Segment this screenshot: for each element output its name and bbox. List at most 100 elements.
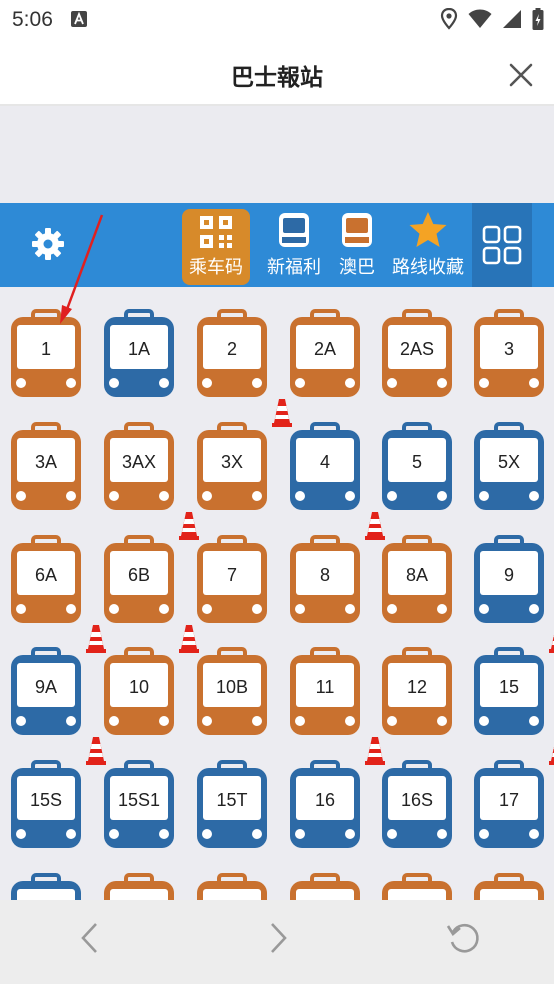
route-5x-button[interactable]: 5X xyxy=(472,422,546,514)
route-label: 15 xyxy=(498,676,520,697)
wifi-icon xyxy=(468,9,492,28)
reload-button[interactable] xyxy=(444,918,484,958)
route-10b-button[interactable]: 10B xyxy=(195,647,269,739)
route-label xyxy=(110,893,168,900)
route-grid: 1 1A 2 2A 2AS 3 3A 3AX 3X 4 5 5X 6A 6B 7 8 8A 9 9A 10 10B 11 1… xyxy=(0,287,554,900)
route-label: 5 xyxy=(411,451,422,472)
route-label: 3AX xyxy=(121,451,157,472)
route-label: 7 xyxy=(226,564,237,585)
gear-icon[interactable] xyxy=(30,226,66,262)
route-label: 16 xyxy=(314,789,336,810)
forward-button[interactable] xyxy=(258,918,298,958)
route-3x-button[interactable]: 3X xyxy=(195,422,269,514)
route-label: 3 xyxy=(503,338,514,359)
route-item-button[interactable] xyxy=(472,873,546,900)
tab-label: 澳巴 xyxy=(339,257,375,277)
category-toolbar: 乘车码 新福利 澳巴 路线收藏 xyxy=(0,203,554,287)
tab-new-welfare[interactable]: 新福利 xyxy=(262,203,326,287)
route-8-button[interactable]: 8 xyxy=(288,535,362,627)
route-6a-button[interactable]: 6A xyxy=(9,535,106,653)
route-label: 3A xyxy=(34,451,58,472)
route-label: 1A xyxy=(127,338,151,359)
bottom-nav xyxy=(0,900,554,984)
route-3-button[interactable]: 3 xyxy=(472,309,546,401)
route-label xyxy=(480,893,538,900)
route-8a-button[interactable]: 8A xyxy=(380,535,454,627)
route-9a-button[interactable]: 9A xyxy=(9,647,106,765)
location-icon xyxy=(440,8,458,30)
route-15t-button[interactable]: 15T xyxy=(195,760,269,852)
route-label: 9 xyxy=(503,564,514,585)
route-11-button[interactable]: 11 xyxy=(288,647,385,765)
tab-route-favorites[interactable]: 路线收藏 xyxy=(388,203,468,287)
status-time: 5:06 xyxy=(12,8,53,31)
route-item-button[interactable] xyxy=(102,873,176,900)
route-label: 2 xyxy=(226,338,237,359)
route-4-button[interactable]: 4 xyxy=(288,422,385,540)
route-label: 1 xyxy=(40,338,51,359)
route-label xyxy=(203,893,261,900)
route-15s-button[interactable]: 15S xyxy=(9,760,83,852)
route-label: 17 xyxy=(498,789,520,810)
route-1-button[interactable]: 1 xyxy=(9,309,83,401)
route-16-button[interactable]: 16 xyxy=(288,760,362,852)
reload-icon xyxy=(446,923,479,953)
route-item-button[interactable] xyxy=(9,873,83,900)
route-2as-button[interactable]: 2AS xyxy=(380,309,454,401)
star-icon xyxy=(409,212,447,247)
route-label xyxy=(17,893,75,900)
route-2-button[interactable]: 2 xyxy=(195,309,292,427)
route-10-button[interactable]: 10 xyxy=(102,647,176,739)
route-label xyxy=(296,893,354,900)
tab-macau-bus[interactable]: 澳巴 xyxy=(334,203,380,287)
route-label: 11 xyxy=(315,676,335,697)
page-title: 巴士報站 xyxy=(231,64,323,90)
tab-label: 新福利 xyxy=(267,257,321,277)
route-label: 8 xyxy=(319,564,330,585)
status-icons xyxy=(440,8,544,30)
route-15s1-button[interactable]: 15S1 xyxy=(102,760,176,852)
route-9-button[interactable]: 9 xyxy=(472,535,554,653)
chevron-right-icon xyxy=(271,923,287,953)
route-2a-button[interactable]: 2A xyxy=(288,309,362,401)
route-label: 2AS xyxy=(399,338,435,359)
route-15-button[interactable]: 15 xyxy=(472,647,554,765)
route-item-button[interactable] xyxy=(288,873,362,900)
bus-orange-icon xyxy=(342,213,372,247)
route-label: 12 xyxy=(406,676,428,697)
qr-code-icon xyxy=(200,216,232,248)
route-3a-button[interactable]: 3A xyxy=(9,422,83,514)
grid-view-icon xyxy=(482,225,522,265)
route-label: 3X xyxy=(220,451,244,472)
banner-area xyxy=(0,106,554,203)
route-12-button[interactable]: 12 xyxy=(380,647,454,739)
back-button[interactable] xyxy=(70,918,110,958)
route-6b-button[interactable]: 6B xyxy=(102,535,199,653)
route-label: 10 xyxy=(128,676,150,697)
route-item-button[interactable] xyxy=(380,873,454,900)
route-label: 8A xyxy=(405,564,429,585)
route-1a-button[interactable]: 1A xyxy=(102,309,176,401)
route-label: 5X xyxy=(497,451,521,472)
grid-view-button[interactable] xyxy=(472,203,532,287)
tab-qr-code[interactable]: 乘车码 xyxy=(182,209,250,285)
status-bar: 5:06 xyxy=(0,0,554,38)
route-item-button[interactable] xyxy=(195,873,269,900)
route-3ax-button[interactable]: 3AX xyxy=(102,422,199,540)
route-label: 15S xyxy=(29,789,63,810)
route-17-button[interactable]: 17 xyxy=(472,760,546,852)
battery-icon xyxy=(532,8,544,30)
route-label: 9A xyxy=(34,676,58,697)
route-label xyxy=(388,893,446,900)
title-bar: 巴士報站 xyxy=(0,38,554,106)
route-label: 4 xyxy=(319,451,330,472)
signal-icon xyxy=(503,10,521,28)
route-7-button[interactable]: 7 xyxy=(195,535,269,627)
route-label: 10B xyxy=(215,676,249,697)
route-5-button[interactable]: 5 xyxy=(380,422,454,514)
route-16s-button[interactable]: 16S xyxy=(380,760,454,852)
chevron-left-icon xyxy=(81,923,97,953)
close-icon[interactable] xyxy=(508,62,534,88)
route-label: 2A xyxy=(313,338,337,359)
route-label: 6B xyxy=(127,564,151,585)
